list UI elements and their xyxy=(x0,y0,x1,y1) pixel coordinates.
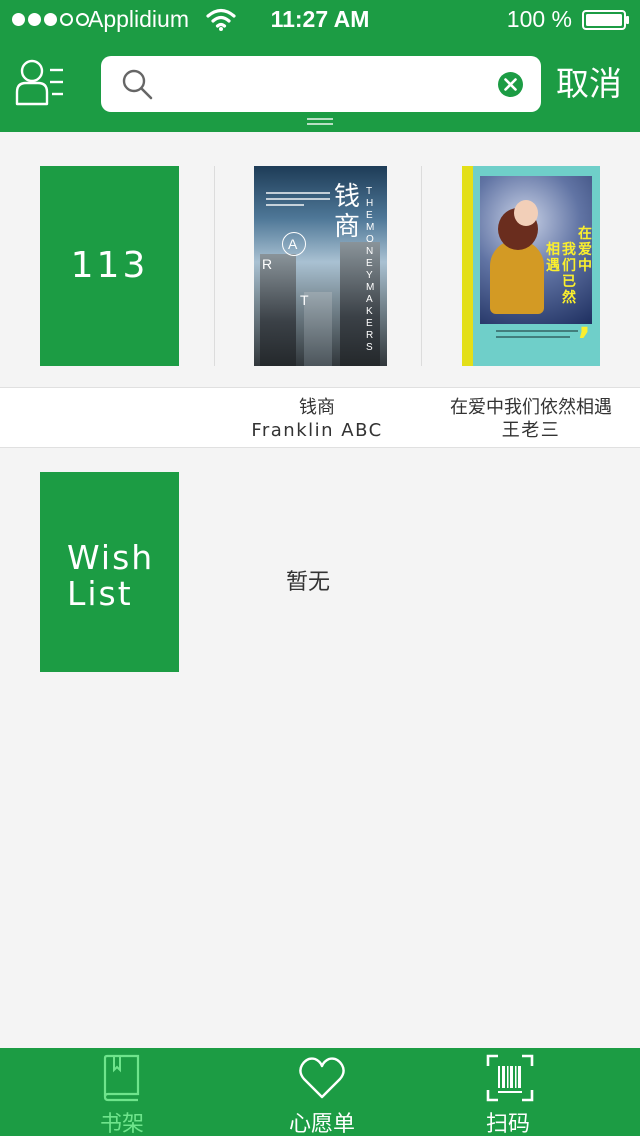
tab-scan[interactable]: 扫码 xyxy=(448,1048,568,1136)
cover-letter: R xyxy=(262,256,273,272)
search-bar xyxy=(101,56,541,112)
tab-label: 心愿单 xyxy=(288,1112,355,1136)
book-caption-strip: 钱商 Franklin ABC 在爱中我们依然相遇 王老三 xyxy=(0,387,640,448)
drag-handle[interactable] xyxy=(307,118,333,126)
book-caption[interactable]: 钱商 Franklin ABC xyxy=(226,396,408,442)
top-header: Applidium 11:27 AM 100 % 取消 xyxy=(0,0,640,132)
tab-wish-list[interactable]: 心愿单 xyxy=(262,1048,382,1136)
battery-percentage: 100 % xyxy=(506,6,572,32)
wish-list-empty-text: 暂无 xyxy=(286,570,331,595)
barcode-scan-icon xyxy=(486,1054,534,1102)
cancel-button[interactable]: 取消 xyxy=(556,62,632,106)
book-author: 王老三 xyxy=(501,420,561,441)
wish-list-label: Wish List xyxy=(67,538,155,613)
status-bar: Applidium 11:27 AM 100 % xyxy=(0,0,640,40)
tab-label: 扫码 xyxy=(485,1112,530,1136)
cover-letter: A xyxy=(288,236,298,252)
cover-letter: T xyxy=(300,292,309,308)
search-input[interactable] xyxy=(163,64,485,106)
tab-bar: 书架 心愿单 扫码 xyxy=(0,1048,640,1136)
tab-bookshelf[interactable]: 书架 xyxy=(62,1048,182,1136)
column-divider xyxy=(214,166,215,366)
profile-menu-icon[interactable] xyxy=(14,58,66,108)
book-title: 钱商 xyxy=(299,397,335,418)
cover-title: 相遇 xyxy=(546,242,560,274)
bookshelf-count-tile[interactable]: 113 xyxy=(40,166,179,366)
book-title: 在爱中我们依然相遇 xyxy=(450,397,612,418)
book-cover-love[interactable]: 相遇 我们已然 在爱中 , xyxy=(462,166,600,366)
battery-icon xyxy=(582,10,629,30)
book-cover-qianshang[interactable]: 钱商 THE MONEYMAKERS A R T xyxy=(254,166,387,366)
book-author: Franklin ABC xyxy=(251,420,383,441)
clear-search-icon[interactable] xyxy=(498,72,523,97)
book-count: 113 xyxy=(70,245,149,286)
book-caption[interactable]: 在爱中我们依然相遇 王老三 xyxy=(434,396,628,442)
cover-title: 在爱中 xyxy=(578,226,592,274)
app-screen: Applidium 11:27 AM 100 % 取消 113 钱商 THE M… xyxy=(0,0,640,1136)
search-icon xyxy=(122,69,153,100)
wish-list-tile[interactable]: Wish List xyxy=(40,472,179,672)
tab-label: 书架 xyxy=(99,1112,144,1136)
cover-subtitle: THE MONEYMAKERS xyxy=(366,186,375,353)
book-icon xyxy=(103,1054,140,1102)
heart-icon xyxy=(299,1057,345,1099)
cover-title: 我们已然 xyxy=(562,242,576,306)
column-divider xyxy=(421,166,422,366)
cover-title: 钱商 xyxy=(334,182,361,242)
